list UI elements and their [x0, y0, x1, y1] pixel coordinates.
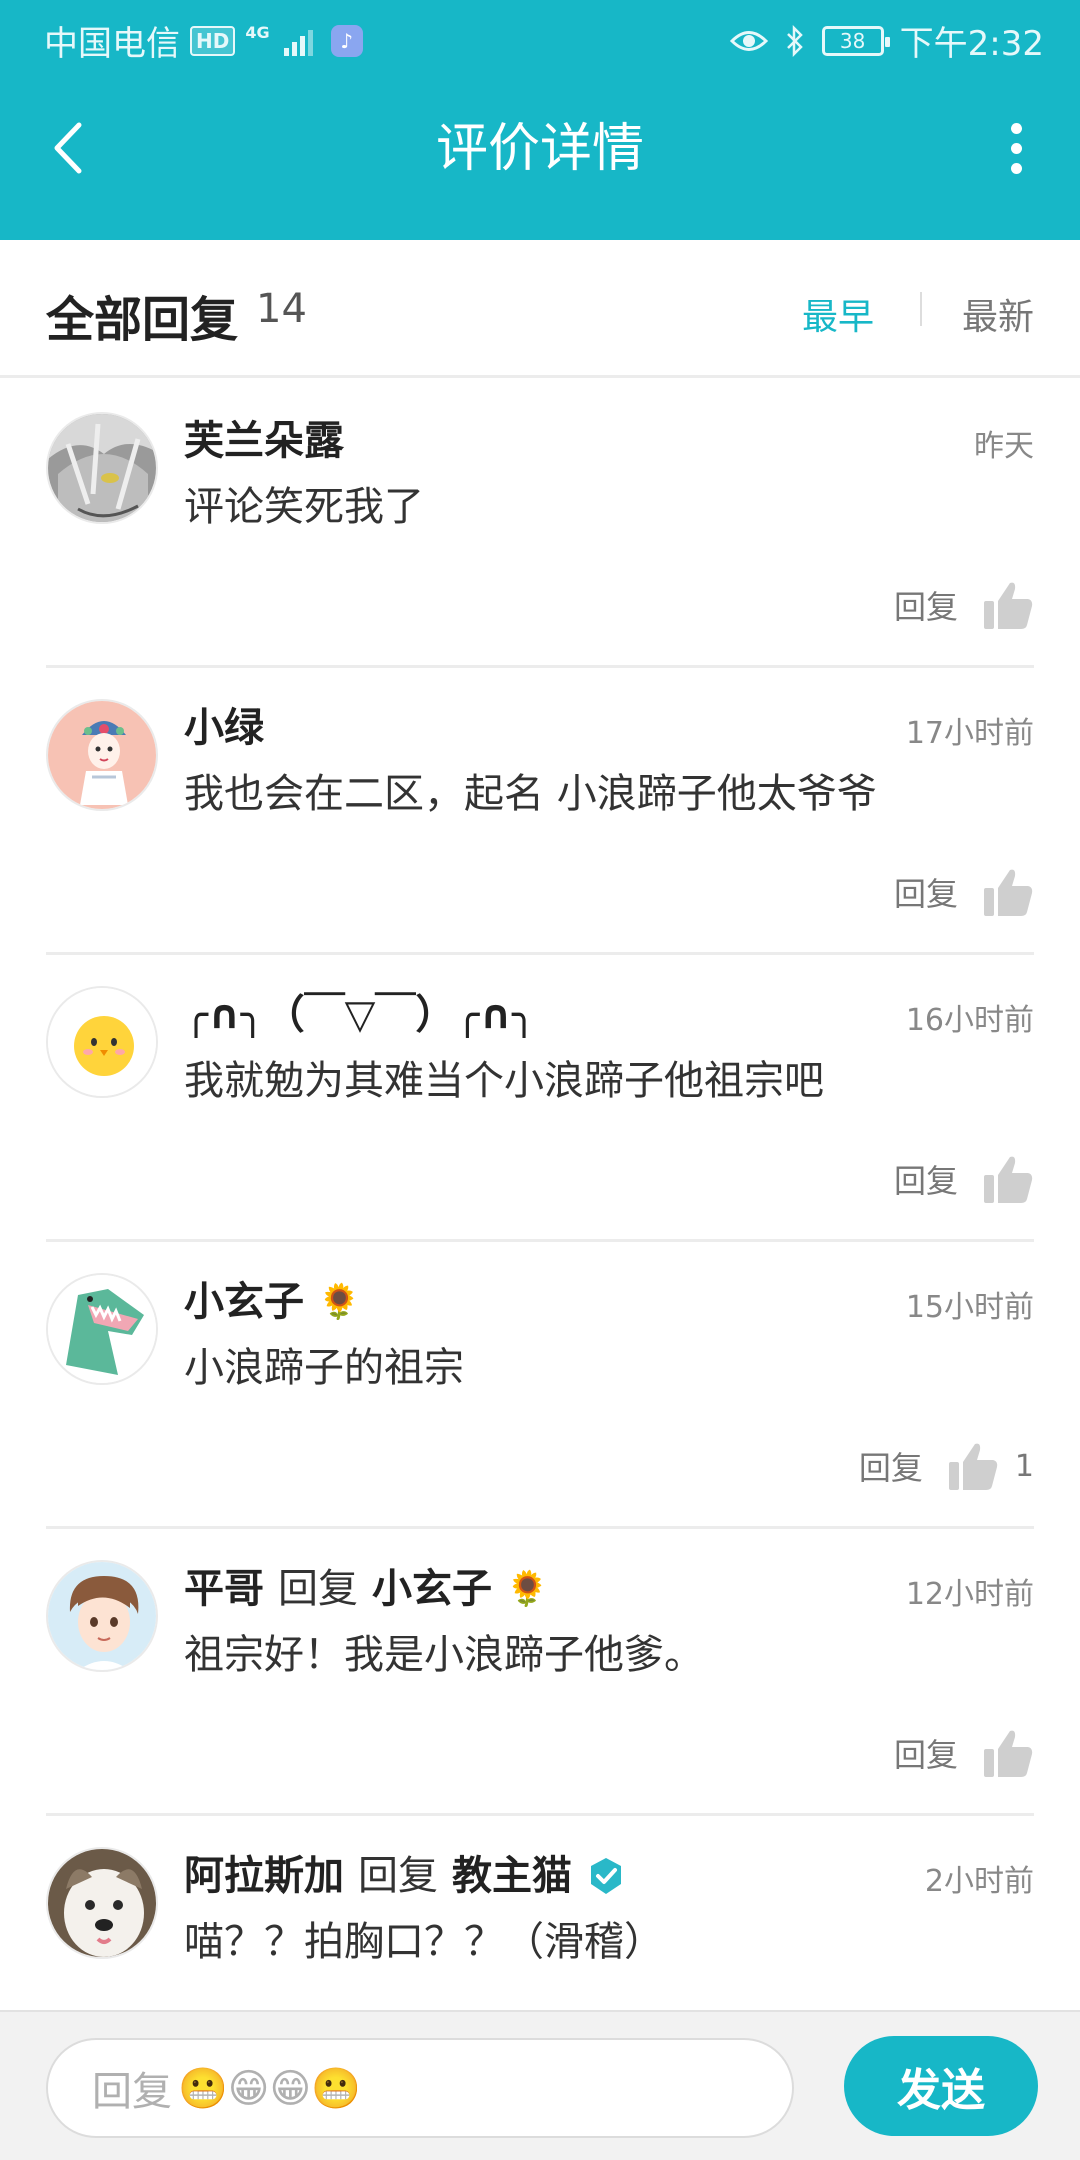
- comment-time: 16小时前: [905, 1003, 1034, 1038]
- comment-header: 芙兰朵露: [184, 415, 344, 467]
- thumbs-up-icon[interactable]: [982, 866, 1034, 918]
- reply-to-label: 回复: [358, 1853, 438, 1899]
- hd-badge: HD: [190, 25, 236, 56]
- bluetooth-icon: [786, 24, 803, 57]
- more-dot: [1010, 142, 1022, 154]
- thumbs-up-icon[interactable]: [982, 579, 1034, 631]
- sort-newest-tab[interactable]: 最新: [962, 288, 1034, 340]
- reply-button[interactable]: 回复: [859, 1443, 923, 1489]
- music-app-icon: ♪: [330, 24, 363, 57]
- comment-actions: 回复: [894, 1725, 1034, 1781]
- network-label: 4G: [245, 22, 270, 42]
- reply-input[interactable]: 回复 😬😁😁😬: [46, 2038, 794, 2138]
- comment-time: 17小时前: [905, 716, 1034, 751]
- app-header: 中国电信 HD 4G ♪ 38 下午2:32 评价详情: [0, 0, 1080, 240]
- avatar[interactable]: [46, 412, 158, 524]
- sort-earliest-tab[interactable]: 最早: [802, 288, 874, 340]
- comment-header: 阿拉斯加 回复 教主猫: [184, 1850, 626, 1902]
- status-left: 中国电信 HD 4G ♪: [44, 16, 363, 65]
- anime-girl-avatar-icon: [48, 414, 156, 522]
- comment-author[interactable]: 芙兰朵露: [184, 415, 344, 467]
- comment-author[interactable]: 平哥: [184, 1563, 264, 1615]
- comment-time: 昨天: [974, 429, 1034, 464]
- comment-header: ╭∩╮（￣▽￣）╭∩╮: [184, 989, 536, 1041]
- comment-actions: 回复: [894, 577, 1034, 633]
- comment-author[interactable]: ╭∩╮（￣▽￣）╭∩╮: [184, 989, 536, 1041]
- comment-text: 我就勉为其难当个小浪蹄子他祖宗吧: [184, 1058, 824, 1104]
- more-dot: [1010, 122, 1022, 134]
- eye-icon: [729, 30, 768, 51]
- opera-character-avatar-icon: [48, 701, 156, 809]
- comment-list[interactable]: 芙兰朵露 昨天 评论笑死我了 回复 小绿 17小时前 我也会在二区，起名 小浪蹄…: [0, 381, 1080, 2010]
- avatar[interactable]: [46, 1273, 158, 1385]
- reply-button[interactable]: 回复: [894, 1730, 958, 1776]
- carrier-label: 中国电信: [44, 24, 180, 64]
- comment-item: ╭∩╮（￣▽￣）╭∩╮ 16小时前 我就勉为其难当个小浪蹄子他祖宗吧 回复: [46, 955, 1034, 1242]
- comment-time: 15小时前: [905, 1290, 1034, 1325]
- send-button[interactable]: 发送: [844, 2036, 1038, 2136]
- avatar[interactable]: [46, 1847, 158, 1959]
- avatar[interactable]: [46, 699, 158, 811]
- dog-avatar-icon: [48, 1849, 156, 1957]
- comment-item: 小绿 17小时前 我也会在二区，起名 小浪蹄子他太爷爷 回复: [46, 668, 1034, 955]
- reply-button[interactable]: 回复: [894, 869, 958, 915]
- comment-header: 平哥 回复 小玄子 🌻: [184, 1563, 548, 1615]
- comment-header: 小玄子 🌻: [184, 1276, 360, 1328]
- clock: 下午2:32: [899, 24, 1044, 64]
- comment-text: 祖宗好！我是小浪蹄子他爹。: [184, 1632, 704, 1678]
- comment-text: 我也会在二区，起名 小浪蹄子他太爷爷: [184, 771, 877, 817]
- comment-author[interactable]: 小绿: [184, 702, 264, 754]
- reply-input-placeholder: 回复: [92, 2069, 172, 2115]
- thumbs-up-icon[interactable]: [982, 1727, 1034, 1779]
- reply-target-author[interactable]: 教主猫: [452, 1850, 572, 1902]
- sunflower-badge-icon: 🌻: [506, 1569, 549, 1609]
- comment-time: 2小时前: [924, 1864, 1034, 1899]
- replies-title: 全部回复: [46, 292, 239, 348]
- thumbs-up-icon[interactable]: [982, 1153, 1034, 1205]
- battery-icon: 38: [821, 25, 890, 56]
- comment-item: 平哥 回复 小玄子 🌻 12小时前 祖宗好！我是小浪蹄子他爹。 回复: [46, 1529, 1034, 1816]
- grimace-emoji-icons: 😬😁😁😬: [178, 2065, 362, 2112]
- status-right: 38 下午2:32: [729, 16, 1044, 65]
- reply-button[interactable]: 回复: [894, 1156, 958, 1202]
- reply-button[interactable]: 回复: [894, 582, 958, 628]
- battery-level: 38: [839, 28, 866, 53]
- comment-item: 小玄子 🌻 15小时前 小浪蹄子的祖宗 回复 1: [46, 1242, 1034, 1529]
- anime-boy-avatar-icon: [48, 1562, 156, 1670]
- comment-text: 评论笑死我了: [184, 484, 424, 530]
- reply-to-label: 回复: [278, 1566, 358, 1612]
- comment-text: 喵？？拍胸口？？（滑稽）: [184, 1919, 664, 1965]
- comment-header: 小绿: [184, 702, 264, 754]
- comment-text: 小浪蹄子的祖宗: [184, 1345, 464, 1391]
- app-bar: 评价详情: [0, 74, 1080, 240]
- comment-author[interactable]: 小玄子: [184, 1276, 304, 1328]
- status-bar: 中国电信 HD 4G ♪ 38 下午2:32: [0, 0, 1080, 74]
- comment-item: 阿拉斯加 回复 教主猫 2小时前 喵？？拍胸口？？（滑稽）: [46, 1816, 1034, 2010]
- replies-header: 全部回复 14 最早 最新: [0, 240, 1080, 378]
- comment-author[interactable]: 阿拉斯加: [184, 1850, 344, 1902]
- more-options-button[interactable]: [996, 116, 1036, 180]
- sort-divider: [920, 292, 922, 326]
- like-count: 1: [1014, 1448, 1034, 1484]
- comment-time: 12小时前: [905, 1577, 1034, 1612]
- verified-badge-icon: [591, 1858, 621, 1894]
- more-dot: [1010, 162, 1022, 174]
- signal-icon: [283, 26, 313, 56]
- avatar[interactable]: [46, 986, 158, 1098]
- page-title: 评价详情: [435, 119, 644, 179]
- reply-target-author[interactable]: 小玄子: [372, 1563, 492, 1615]
- avatar[interactable]: [46, 1560, 158, 1672]
- comment-actions: 回复: [894, 1151, 1034, 1207]
- comment-actions: 回复 1: [859, 1438, 1034, 1494]
- dinosaur-avatar-icon: [48, 1275, 156, 1383]
- comment-actions: 回复: [894, 864, 1034, 920]
- replies-count: 14: [256, 286, 307, 332]
- reply-input-bar: 回复 😬😁😁😬 发送: [0, 2010, 1080, 2160]
- sunflower-badge-icon: 🌻: [318, 1282, 361, 1322]
- comment-item: 芙兰朵露 昨天 评论笑死我了 回复: [46, 381, 1034, 668]
- thumbs-up-icon[interactable]: [947, 1440, 999, 1492]
- chick-avatar-icon: [48, 988, 156, 1096]
